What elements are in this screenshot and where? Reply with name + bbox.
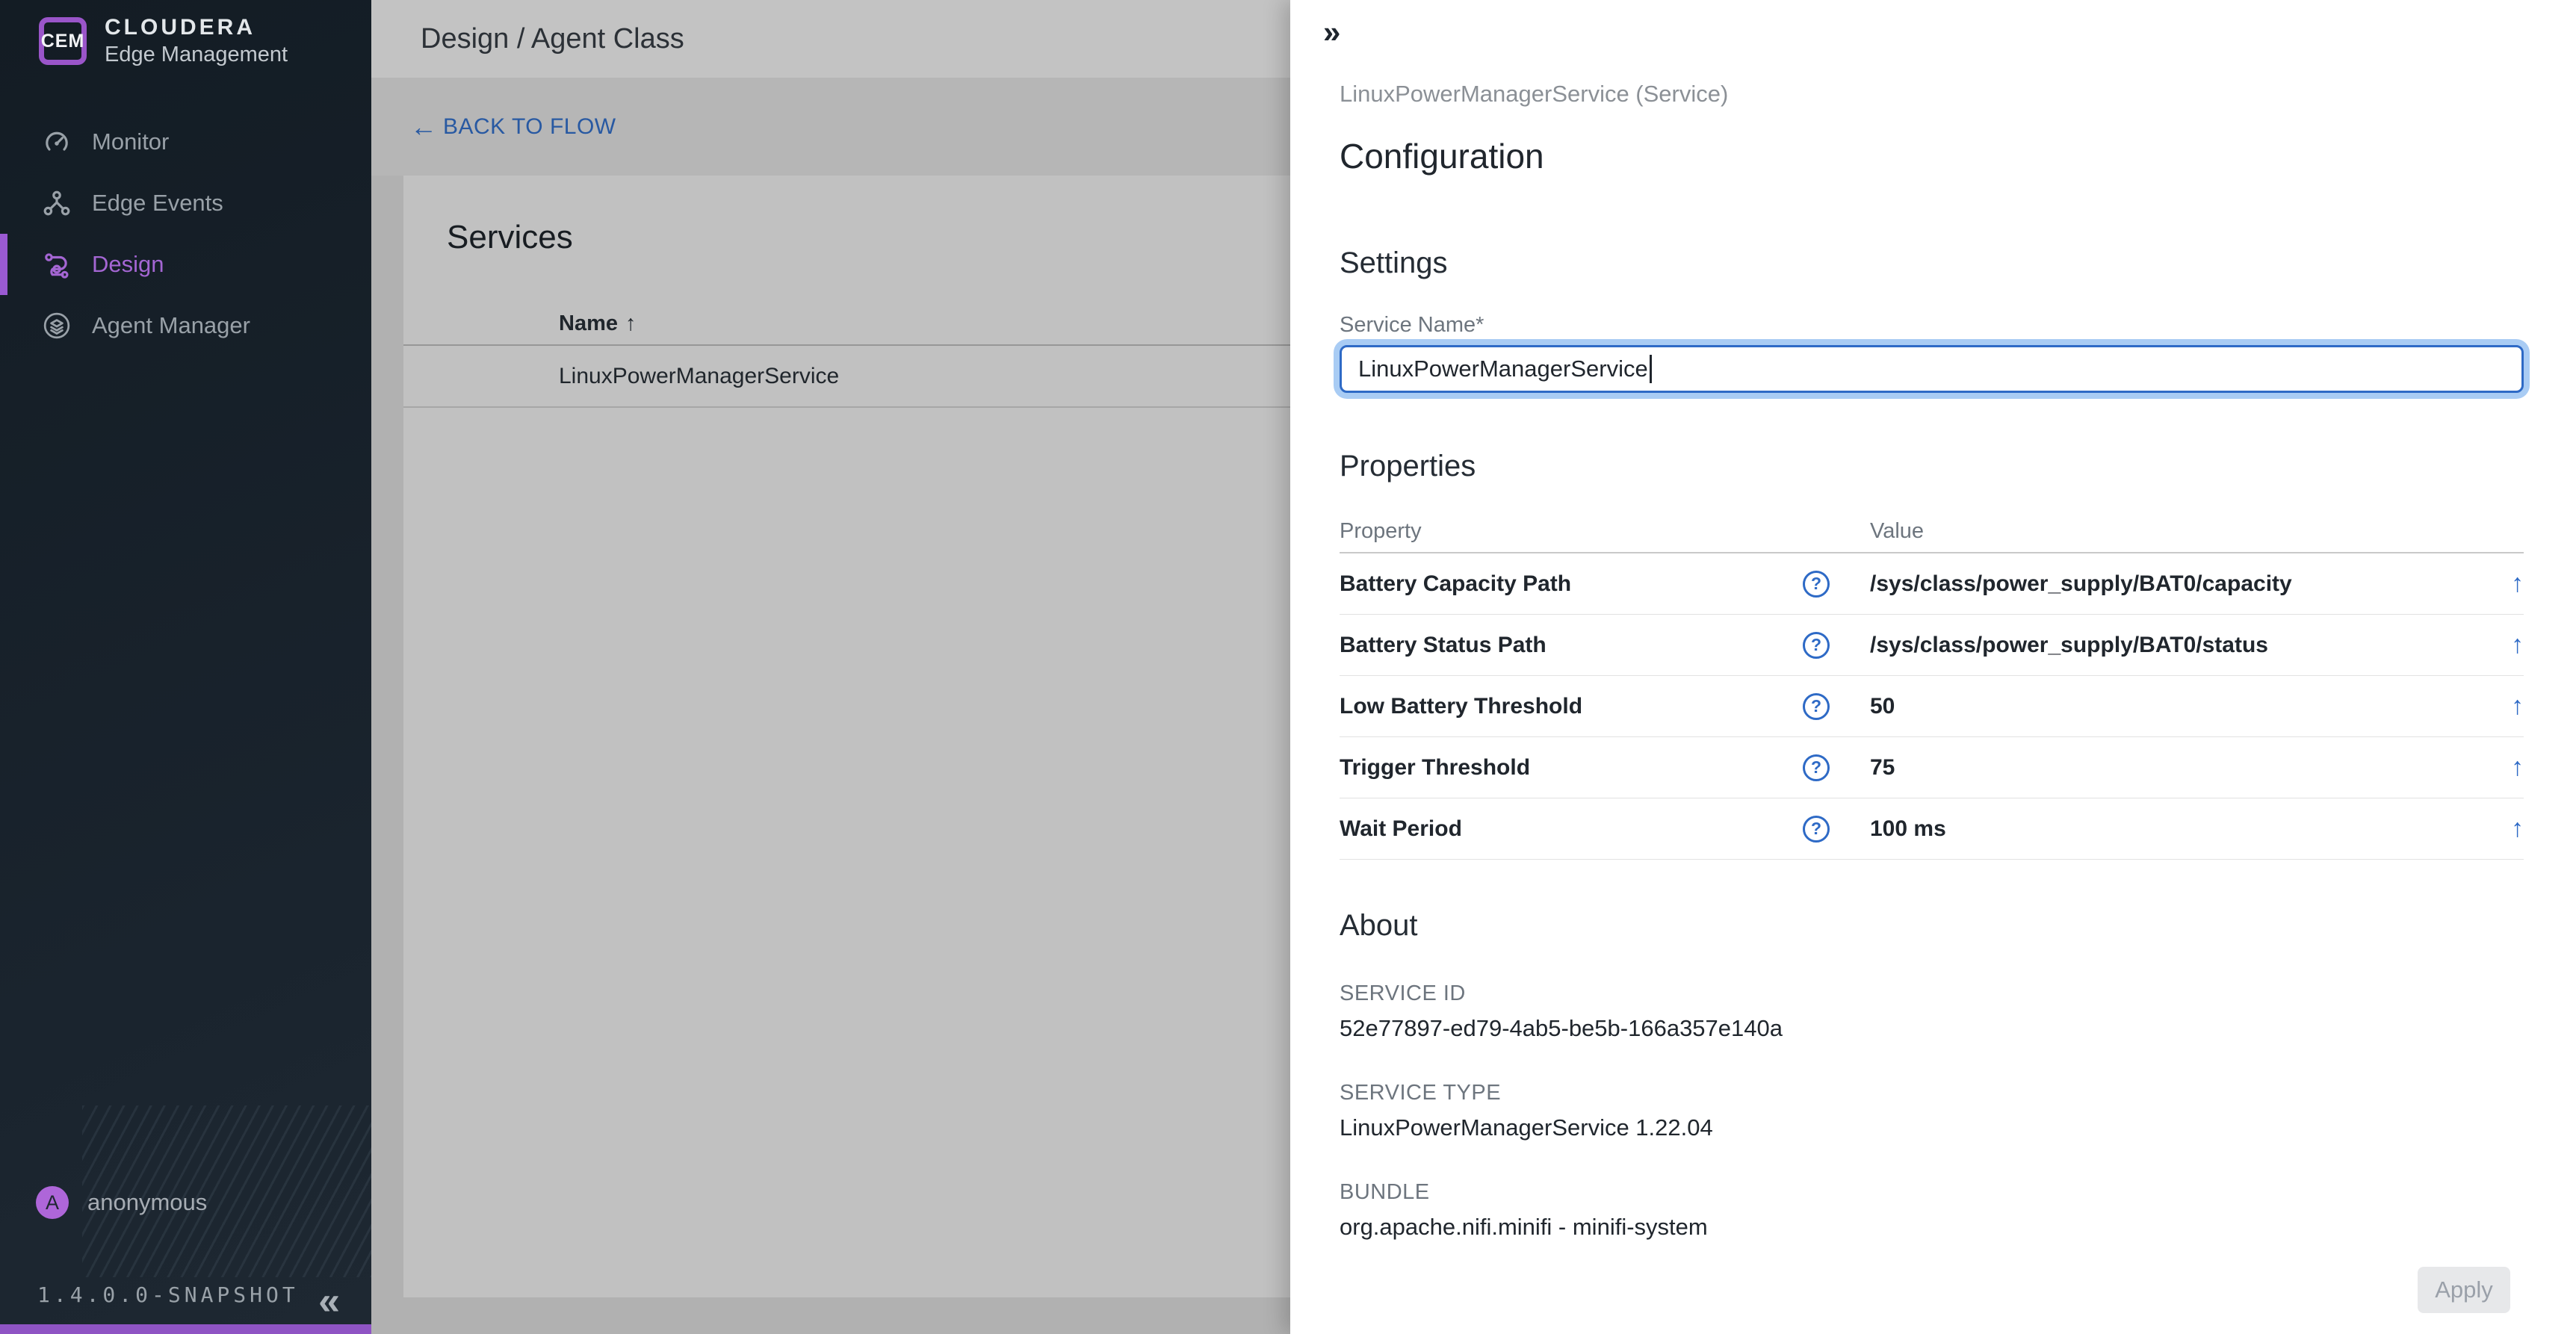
text-cursor [1650, 355, 1652, 383]
service-name-input-value: LinuxPowerManagerService [1358, 356, 1648, 382]
property-value[interactable]: /sys/class/power_supply/BAT0/status [1870, 633, 2471, 658]
property-row[interactable]: Low Battery Threshold ? 50 ↑ [1340, 676, 2524, 737]
sidebar: CEM CLOUDERA Edge Management Monitor [0, 0, 371, 1334]
sidebar-item-label: Monitor [92, 128, 169, 155]
about-field-value: org.apache.nifi.minifi - minifi-system [1340, 1214, 2524, 1241]
about-field-service-id: SERVICE ID 52e77897-ed79-4ab5-be5b-166a3… [1340, 981, 2524, 1042]
layers-icon [43, 311, 71, 340]
properties-heading: Properties [1340, 450, 2524, 483]
property-row[interactable]: Battery Status Path ? /sys/class/power_s… [1340, 615, 2524, 676]
drawer-title: Configuration [1340, 136, 2524, 176]
sidebar-collapse-icon[interactable]: « [318, 1282, 340, 1321]
property-value[interactable]: /sys/class/power_supply/BAT0/capacity [1870, 571, 2471, 597]
sidebar-menu: Monitor Edge Events [0, 111, 371, 356]
brand-name: CLOUDERA [105, 15, 288, 40]
about-heading: About [1340, 909, 2524, 943]
property-row[interactable]: Wait Period ? 100 ms ↑ [1340, 798, 2524, 860]
main-area: Design / Agent Class ← BACK TO FLOW Serv… [371, 0, 1290, 1334]
about-field-value: 52e77897-ed79-4ab5-be5b-166a357e140a [1340, 1015, 2524, 1042]
cem-logo-badge: CEM [39, 17, 87, 65]
parameter-arrow-icon[interactable]: ↑ [2471, 753, 2524, 782]
property-name: Wait Period [1340, 816, 1803, 842]
gauge-icon [43, 128, 71, 156]
configuration-drawer: » LinuxPowerManagerService (Service) Con… [1290, 0, 2576, 1334]
property-name: Low Battery Threshold [1340, 694, 1803, 719]
drawer-backdrop[interactable] [371, 0, 1290, 1334]
service-name-label: Service Name* [1340, 313, 2524, 338]
app-logo: CEM CLOUDERA Edge Management [0, 0, 371, 67]
flow-icon [43, 250, 71, 279]
property-row[interactable]: Trigger Threshold ? 75 ↑ [1340, 737, 2524, 798]
help-icon[interactable]: ? [1803, 571, 1830, 598]
apply-button[interactable]: Apply [2418, 1267, 2510, 1313]
sidebar-item-label: Design [92, 251, 164, 278]
settings-heading: Settings [1340, 246, 2524, 280]
avatar: A [36, 1186, 69, 1219]
properties-table: Property Value Battery Capacity Path ? /… [1340, 510, 2524, 860]
sidebar-item-monitor[interactable]: Monitor [0, 111, 371, 173]
property-row[interactable]: Battery Capacity Path ? /sys/class/power… [1340, 553, 2524, 615]
help-icon[interactable]: ? [1803, 754, 1830, 781]
about-field-label: SERVICE TYPE [1340, 1081, 2524, 1105]
drawer-breadcrumb: LinuxPowerManagerService (Service) [1340, 81, 2524, 108]
help-icon[interactable]: ? [1803, 693, 1830, 720]
network-icon [43, 189, 71, 217]
about-field-label: SERVICE ID [1340, 981, 2524, 1006]
help-icon[interactable]: ? [1803, 632, 1830, 659]
sidebar-item-agent-manager[interactable]: Agent Manager [0, 295, 371, 356]
sidebar-item-edge-events[interactable]: Edge Events [0, 173, 371, 234]
help-icon[interactable]: ? [1803, 816, 1830, 843]
parameter-arrow-icon[interactable]: ↑ [2471, 692, 2524, 721]
sidebar-item-label: Edge Events [92, 190, 223, 217]
properties-table-header: Property Value [1340, 510, 2524, 553]
parameter-arrow-icon[interactable]: ↑ [2471, 630, 2524, 660]
value-column-header: Value [1870, 519, 2471, 544]
parameter-arrow-icon[interactable]: ↑ [2471, 569, 2524, 598]
property-column-header: Property [1340, 519, 1803, 544]
avatar-initial: A [46, 1191, 59, 1214]
parameter-arrow-icon[interactable]: ↑ [2471, 814, 2524, 843]
property-name: Battery Status Path [1340, 633, 1803, 658]
property-name: Battery Capacity Path [1340, 571, 1803, 597]
property-value[interactable]: 75 [1870, 755, 2471, 781]
user-row[interactable]: A anonymous [36, 1186, 207, 1219]
property-value[interactable]: 100 ms [1870, 816, 2471, 842]
property-name: Trigger Threshold [1340, 755, 1803, 781]
sidebar-item-design[interactable]: Design [0, 234, 371, 295]
sidebar-item-label: Agent Manager [92, 312, 250, 339]
about-field-value: LinuxPowerManagerService 1.22.04 [1340, 1114, 2524, 1141]
about-field-label: BUNDLE [1340, 1180, 2524, 1205]
brand-product: Edge Management [105, 43, 288, 67]
about-field-service-type: SERVICE TYPE LinuxPowerManagerService 1.… [1340, 1081, 2524, 1141]
about-field-bundle: BUNDLE org.apache.nifi.minifi - minifi-s… [1340, 1180, 2524, 1241]
user-name: anonymous [87, 1189, 207, 1216]
app-version: 1.4.0.0-SNAPSHOT [37, 1282, 299, 1307]
property-value[interactable]: 50 [1870, 694, 2471, 719]
brand-block: CLOUDERA Edge Management [105, 15, 288, 67]
cem-badge-text: CEM [41, 31, 85, 52]
drawer-collapse-icon[interactable]: » [1323, 15, 1368, 49]
sidebar-accent-strip [0, 1324, 371, 1334]
service-name-input[interactable]: LinuxPowerManagerService [1340, 345, 2524, 393]
